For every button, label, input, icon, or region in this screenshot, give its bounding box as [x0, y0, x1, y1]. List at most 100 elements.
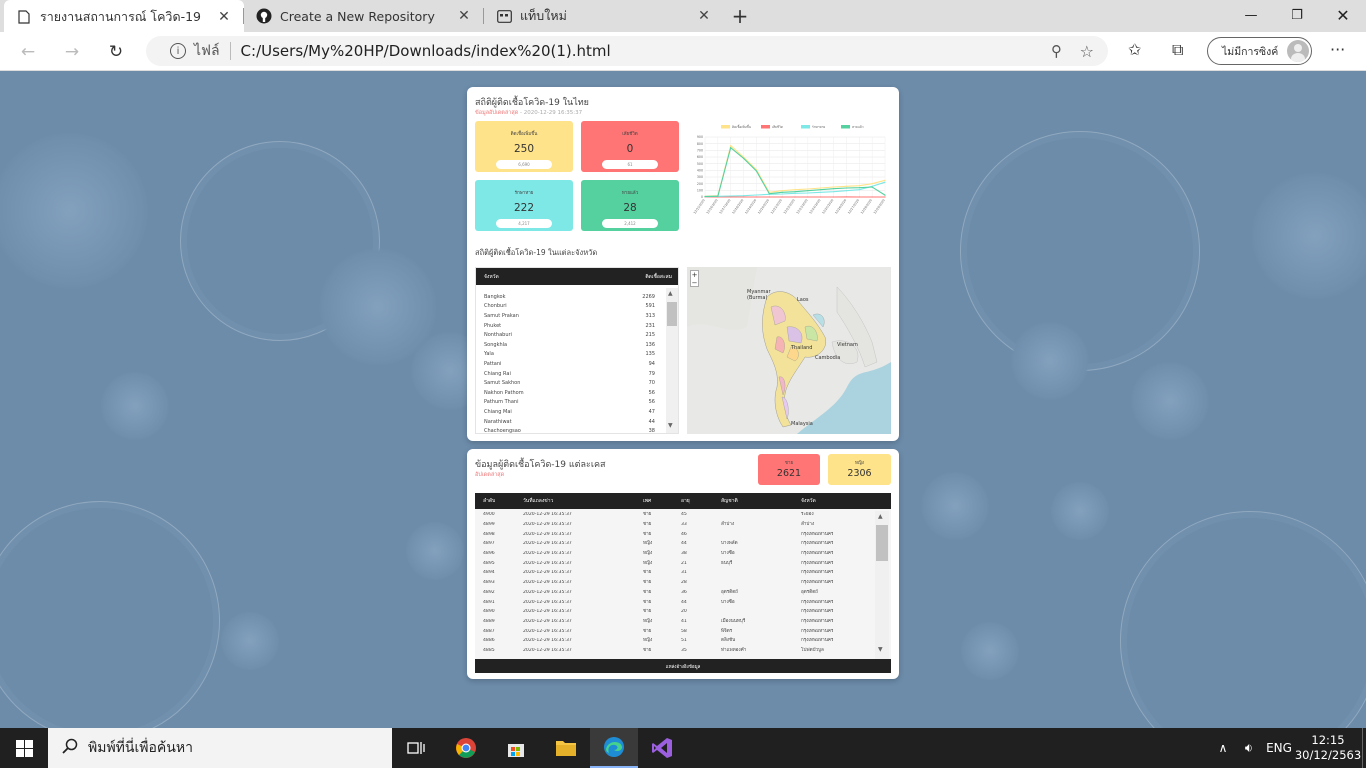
data-point — [845, 185, 848, 187]
tray-chevron-icon[interactable]: ∧ — [1214, 728, 1232, 768]
profile-button[interactable]: ไม่มีการซิงค์ — [1207, 37, 1312, 65]
male-count: 2621 — [776, 468, 802, 479]
taskbar-search-box[interactable]: พิมพ์ที่นี่เพื่อค้นหา — [48, 728, 392, 768]
cases-header-no: ลำดับ — [483, 498, 496, 504]
case-province: ระยอง — [801, 512, 814, 518]
close-tab-icon[interactable]: ✕ — [696, 8, 712, 24]
province-total: 94 — [648, 360, 655, 367]
stat-value: 250 — [513, 143, 535, 155]
data-point — [807, 196, 809, 198]
zoom-icon[interactable]: ⚲ — [1051, 42, 1062, 60]
data-point — [845, 196, 848, 198]
new-tab-button[interactable]: + — [724, 0, 756, 32]
y-tick-label: 100 — [697, 189, 703, 193]
url-field[interactable]: i ไฟล์ C:/Users/My%20HP/Downloads/index%… — [146, 36, 1108, 66]
y-tick-label: 300 — [697, 175, 703, 179]
province-row: Songkhla 136 — [484, 340, 655, 350]
edge-taskbar-icon[interactable] — [590, 728, 638, 768]
case-age: 45 — [681, 512, 687, 518]
more-icon[interactable]: ··· — [1330, 40, 1345, 59]
case-province: กรุงเทพมหานคร — [801, 541, 834, 547]
updated-time: - 2020-12-29 16:35:37 — [520, 110, 583, 116]
file-explorer-icon[interactable] — [546, 728, 586, 768]
forward-icon[interactable]: → — [58, 39, 86, 65]
scroll-up-icon[interactable]: ▲ — [668, 290, 673, 297]
maximize-icon[interactable]: ❐ — [1274, 0, 1320, 30]
scroll-up-icon[interactable]: ▲ — [878, 513, 883, 520]
province-scroll-thumb[interactable] — [667, 302, 677, 326]
male-count-box: ชาย 2621 — [758, 454, 820, 485]
province-total: 136 — [645, 341, 655, 348]
stat-new-cases: ติดเชื้อเพิ่มขึ้น 250 6,690 — [475, 121, 573, 172]
tab-covid-report[interactable]: รายงานสถานการณ์ โควิด-19 ✕ — [4, 0, 244, 33]
url-text[interactable]: C:/Users/My%20HP/Downloads/index%20(1).h… — [241, 42, 611, 60]
info-icon[interactable]: i — [170, 43, 186, 59]
tab-title: รายงานสถานการณ์ โควิด-19 — [40, 8, 201, 24]
map-zoom-in-button[interactable]: + — [691, 271, 698, 279]
show-desktop-button[interactable] — [1362, 728, 1366, 768]
collections-icon[interactable]: ⧉ — [1172, 40, 1183, 60]
source-link[interactable]: แหล่งอ้างอิงข้อมูล — [475, 659, 891, 673]
province-total: 313 — [645, 312, 655, 319]
table-row: 4900 2020-12-29 16:35:37 ชาย 45 ระยอง — [475, 510, 873, 520]
case-age: 28 — [681, 580, 687, 586]
visual-studio-icon[interactable] — [642, 728, 682, 768]
tab-new-tab[interactable]: แท็บใหม่ ✕ — [484, 0, 724, 32]
dashboard-card: สถิติผู้ติดเชื้อโควิด-19 ในไทย ข้อมูลอัป… — [467, 87, 899, 441]
minimize-icon[interactable]: — — [1228, 0, 1274, 30]
data-point — [755, 194, 758, 196]
case-province: กรุงเทพมหานคร — [801, 638, 834, 644]
case-date: 2020-12-29 16:35:37 — [523, 647, 572, 653]
cases-title: ข้อมูลผู้ติดเชื้อโควิด-19 แต่ละเคส — [475, 460, 606, 470]
province-total: 38 — [648, 428, 655, 434]
stat-total: 2,412 — [602, 219, 658, 228]
province-row: Bangkok 2269 — [484, 292, 655, 302]
x-tick-label: 12/17/2020 — [718, 198, 731, 215]
case-province: กรุงเทพมหานคร — [801, 551, 834, 557]
case-province: ลำปาง — [801, 522, 815, 528]
store-icon[interactable] — [496, 728, 536, 768]
case-nationality: บางซื่อ — [721, 599, 735, 605]
table-row: 4889 2020-12-29 16:35:37 หญิง 41 เมืองนนทบุร… — [475, 617, 873, 627]
case-province: กรุงเทพมหานคร — [801, 599, 834, 605]
case-date: 2020-12-29 16:35:37 — [523, 522, 572, 528]
province-table: จังหวัด ติดเชื้อสะสม Bangkok 2269 Chonburi… — [475, 267, 679, 434]
cases-scroll-thumb[interactable] — [876, 525, 888, 561]
taskbar: พิมพ์ที่นี่เพื่อค้นหา ∧ 🔉︎ ENG 12:15 30/… — [0, 728, 1366, 768]
favorite-star-icon[interactable]: ☆ — [1080, 42, 1094, 61]
x-tick-label: 12/18/2020 — [731, 198, 744, 215]
clock[interactable]: 12:15 30/12/2563 — [1295, 728, 1361, 768]
case-age: 36 — [681, 589, 687, 595]
windows-start-icon[interactable] — [0, 728, 48, 768]
province-map[interactable]: + − Myanmar (Burma) Laos Thailand Vietna… — [687, 267, 891, 434]
volume-icon[interactable]: 🔉︎ — [1238, 728, 1260, 768]
table-row: 4887 2020-12-29 16:35:37 ชาย 58 พิจิตร กรุงเท… — [475, 626, 873, 636]
case-nationality: ท่าแพทองคำ — [721, 647, 747, 653]
close-tab-icon[interactable]: ✕ — [456, 8, 472, 24]
tab-create-repository[interactable]: Create a New Repository ✕ — [244, 0, 484, 32]
case-age: 21 — [681, 560, 687, 566]
favorites-icon[interactable]: ✩ — [1128, 40, 1141, 59]
map-zoom-out-button[interactable]: − — [691, 279, 698, 287]
back-icon[interactable]: ← — [14, 39, 42, 65]
task-view-icon[interactable] — [396, 728, 436, 768]
data-point — [794, 196, 796, 198]
close-tab-icon[interactable]: ✕ — [216, 9, 232, 25]
case-gender: หญิง — [643, 541, 653, 547]
chrome-icon[interactable] — [446, 728, 486, 768]
page-viewport: สถิติผู้ติดเชื้อโควิด-19 ในไทย ข้อมูลอัป… — [0, 71, 1366, 728]
province-list: Bangkok 2269 Chonburi 591 Samut Prakan 313 Phu… — [484, 292, 655, 434]
cases-header-date: วันที่แถลงข่าว — [523, 498, 554, 504]
scroll-down-icon[interactable]: ▼ — [878, 646, 883, 653]
data-point — [820, 191, 822, 193]
data-point — [742, 157, 745, 159]
close-window-icon[interactable]: ✕ — [1320, 0, 1366, 30]
province-total: 135 — [645, 351, 655, 358]
map-graphic — [687, 267, 891, 434]
scroll-down-icon[interactable]: ▼ — [668, 422, 673, 429]
cases-header-age: อายุ — [681, 498, 690, 504]
province-name: Nonthaburi — [484, 332, 512, 339]
case-nationality: เมืองนนทบุรี — [721, 618, 746, 624]
refresh-icon[interactable]: ↻ — [102, 39, 130, 65]
language-indicator[interactable]: ENG — [1264, 728, 1294, 768]
